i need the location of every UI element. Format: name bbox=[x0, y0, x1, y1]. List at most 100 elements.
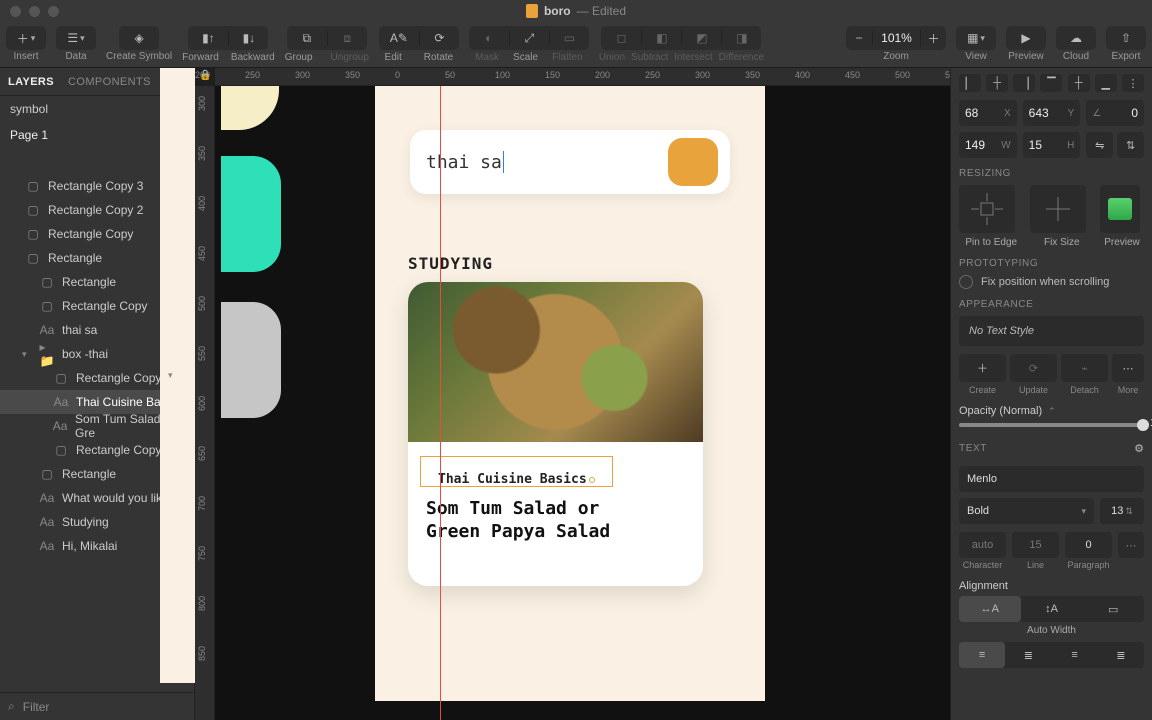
close-icon[interactable] bbox=[10, 6, 21, 17]
text-style-select[interactable]: No Text Style bbox=[959, 316, 1144, 346]
vertical-guide[interactable] bbox=[440, 86, 441, 720]
forward-button[interactable]: ▮↑ bbox=[188, 31, 228, 45]
rotate-button[interactable]: ⟳ bbox=[419, 31, 459, 45]
align-bottom-button[interactable]: ▁ bbox=[1095, 74, 1117, 92]
y-input[interactable]: 643Y bbox=[1023, 100, 1081, 126]
artboard-home[interactable]: thai sa STUDYING Thai Cuisine Basics Som… bbox=[375, 86, 765, 701]
text-align-left[interactable]: ≡ bbox=[959, 642, 1005, 668]
font-family-select[interactable]: Menlo bbox=[959, 466, 1144, 492]
plus-icon: ＋▾ bbox=[6, 30, 46, 47]
union-button[interactable]: ◻ bbox=[601, 31, 641, 45]
preview-button[interactable]: ▶ Preview bbox=[1006, 26, 1046, 62]
style-detach-button[interactable]: ⌁ bbox=[1061, 354, 1108, 382]
spacing-options-button[interactable]: ⋯ bbox=[1118, 532, 1144, 558]
font-size-input[interactable]: 13⇅ bbox=[1100, 498, 1144, 524]
fix-position-toggle[interactable]: Fix position when scrolling bbox=[959, 275, 1144, 289]
line-spacing-input[interactable]: 15 bbox=[1012, 532, 1059, 558]
layer-label: Rectangle Copy 2 bbox=[48, 203, 143, 217]
style-more-button[interactable]: ⋯ bbox=[1112, 354, 1144, 382]
bg-shape-cream[interactable] bbox=[221, 86, 279, 130]
text-cursor bbox=[503, 151, 504, 173]
insert-menu[interactable]: ＋▾ Insert bbox=[6, 26, 46, 62]
zoom-window-icon[interactable] bbox=[48, 6, 59, 17]
search-box[interactable]: thai sa bbox=[410, 130, 730, 194]
appearance-heading: APPEARANCE bbox=[959, 299, 1144, 310]
para-spacing-input[interactable]: 0 bbox=[1065, 532, 1112, 558]
text-align-right[interactable]: ≡ bbox=[1052, 642, 1098, 668]
style-create-button[interactable]: ＋ bbox=[959, 354, 1006, 382]
text-align-segment[interactable]: ≡ ≣ ≡ ≣ bbox=[959, 642, 1144, 668]
auto-height-option[interactable]: ↕A bbox=[1021, 596, 1083, 622]
ruler-vertical[interactable]: 300350400450500550600650700750800850 bbox=[195, 86, 215, 720]
fix-size-control[interactable] bbox=[1030, 185, 1086, 233]
filter-row[interactable]: ⌕ Filter bbox=[0, 692, 194, 720]
intersect-button[interactable]: ◩ bbox=[681, 31, 721, 45]
tab-layers[interactable]: LAYERS bbox=[8, 76, 54, 88]
card-image[interactable] bbox=[408, 282, 703, 442]
font-weight-select[interactable]: Bold▾ bbox=[959, 498, 1094, 524]
group-button[interactable]: ⧉ bbox=[287, 31, 327, 46]
opacity-slider[interactable]: 100% bbox=[959, 423, 1144, 427]
layer-label: box -thai bbox=[62, 347, 108, 361]
text-icon: Aa bbox=[40, 539, 54, 553]
h-input[interactable]: 15H bbox=[1023, 132, 1081, 158]
search-go-button[interactable] bbox=[668, 138, 718, 186]
layer-item[interactable]: ▾Home bbox=[160, 174, 194, 683]
tab-components[interactable]: COMPONENTS bbox=[68, 76, 151, 88]
flip-v-button[interactable]: ⇅ bbox=[1117, 132, 1144, 158]
auto-width-option[interactable]: ↔A bbox=[959, 596, 1021, 622]
card-title[interactable]: Som Tum Salad or Green Papya Salad bbox=[408, 487, 703, 544]
bg-shape-gray[interactable] bbox=[221, 302, 281, 418]
flatten-button[interactable]: ▭ bbox=[549, 31, 589, 45]
align-vcenter-button[interactable]: ┼ bbox=[1068, 74, 1090, 92]
style-update-button[interactable]: ⟳ bbox=[1010, 354, 1057, 382]
data-menu[interactable]: ☰▾ Data bbox=[56, 26, 96, 62]
ungroup-button[interactable]: ⧈ bbox=[327, 31, 367, 46]
align-left-button[interactable]: ▏ bbox=[959, 74, 981, 92]
edit-button[interactable]: A✎ bbox=[379, 31, 419, 45]
text-align-justify[interactable]: ≣ bbox=[1098, 642, 1144, 668]
ruler-horizontal[interactable]: 5068100150200250300350050100150200250300… bbox=[215, 68, 950, 86]
layer-label: Rectangle Copy 2 bbox=[76, 443, 171, 457]
backward-button[interactable]: ▮↓ bbox=[228, 31, 268, 45]
opacity-blend-control[interactable]: Opacity (Normal)⌃ bbox=[959, 405, 1144, 417]
minimize-icon[interactable] bbox=[29, 6, 40, 17]
zoom-control[interactable]: − 101% ＋ Zoom bbox=[846, 26, 946, 62]
study-card[interactable]: Thai Cuisine Basics Som Tum Salad or Gre… bbox=[408, 282, 703, 586]
layer-label: Rectangle bbox=[62, 275, 116, 289]
window-controls[interactable] bbox=[10, 6, 59, 17]
text-align-center[interactable]: ≣ bbox=[1005, 642, 1051, 668]
selection-handle-icon[interactable] bbox=[589, 477, 595, 483]
view-menu[interactable]: ▦▾ View bbox=[956, 26, 996, 62]
resizing-preview[interactable] bbox=[1100, 185, 1140, 233]
slider-thumb[interactable] bbox=[1137, 419, 1149, 431]
distribute-button[interactable]: ⋮ bbox=[1122, 74, 1144, 92]
flip-h-button[interactable]: ⇋ bbox=[1086, 132, 1113, 158]
layer-label: What would you like bbox=[62, 491, 169, 505]
export-button[interactable]: ⇧ Export bbox=[1106, 26, 1146, 62]
create-symbol-button[interactable]: ◈ Create Symbol bbox=[106, 26, 172, 62]
rotation-input[interactable]: ∠0 bbox=[1086, 100, 1144, 126]
mask-button[interactable]: ◐ bbox=[469, 31, 509, 45]
align-right-button[interactable]: ▕ bbox=[1013, 74, 1035, 92]
char-spacing-input[interactable]: auto bbox=[959, 532, 1006, 558]
section-heading[interactable]: STUDYING bbox=[408, 254, 493, 273]
text-icon: Aa bbox=[40, 515, 54, 529]
cloud-button[interactable]: ☁ Cloud bbox=[1056, 26, 1096, 62]
fixed-size-option[interactable]: ▭ bbox=[1082, 596, 1144, 622]
text-icon: Aa bbox=[53, 419, 67, 433]
scale-button[interactable]: ⤢ bbox=[509, 31, 549, 46]
text-sizing-segment[interactable]: ↔A ↕A ▭ bbox=[959, 596, 1144, 622]
layers-list[interactable]: ▢Rectangle Copy 3▢Rectangle Copy 2▢Recta… bbox=[0, 174, 194, 692]
x-input[interactable]: 68X bbox=[959, 100, 1017, 126]
card-subtitle-selected[interactable]: Thai Cuisine Basics bbox=[420, 456, 613, 487]
difference-button[interactable]: ◨ bbox=[721, 31, 761, 45]
subtract-button[interactable]: ◧ bbox=[641, 31, 681, 45]
pin-to-edge-control[interactable] bbox=[959, 185, 1015, 233]
w-input[interactable]: 149W bbox=[959, 132, 1017, 158]
align-top-button[interactable]: ▔ bbox=[1040, 74, 1062, 92]
layer-label: Rectangle Copy 3 bbox=[48, 179, 143, 193]
gear-icon[interactable]: ⚙ bbox=[1134, 442, 1144, 455]
align-hcenter-button[interactable]: ┼ bbox=[986, 74, 1008, 92]
bg-shape-teal[interactable] bbox=[221, 156, 281, 272]
